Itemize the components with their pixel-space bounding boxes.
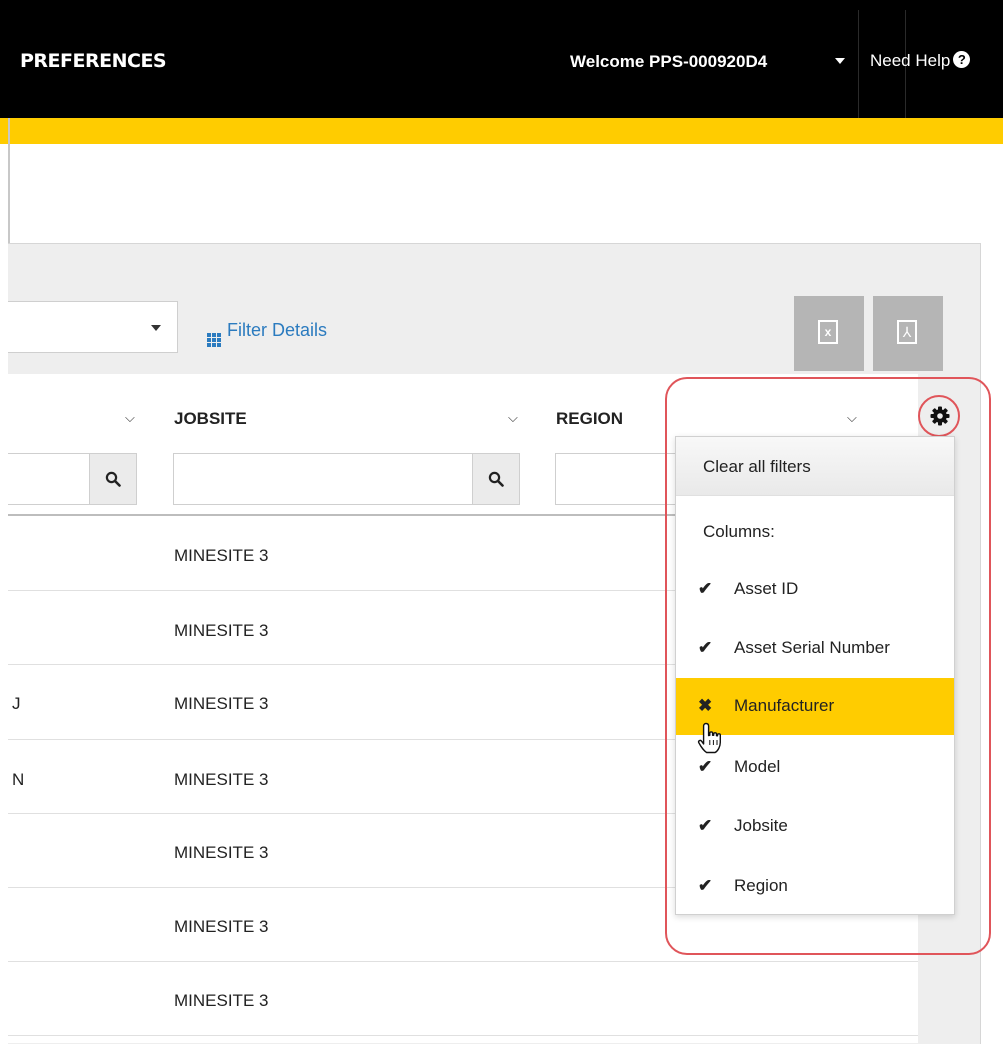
annotation-circle	[665, 377, 991, 955]
column-header-region[interactable]: REGION	[556, 409, 623, 429]
column-header-jobsite[interactable]: JOBSITE	[174, 409, 247, 429]
chevron-down-icon[interactable]: ⌵	[125, 410, 135, 426]
hand-pointer-icon	[697, 722, 721, 754]
welcome-user-menu[interactable]: Welcome PPS-000920D4	[570, 52, 767, 72]
column-search-button[interactable]	[89, 453, 137, 505]
cell-jobsite: MINESITE 3	[174, 770, 269, 789]
search-icon	[488, 471, 504, 487]
export-pdf-button[interactable]: ⅄	[873, 296, 943, 371]
filter-details-link[interactable]: Filter Details	[207, 320, 327, 347]
cell-jobsite: MINESITE 3	[174, 843, 269, 862]
export-excel-button[interactable]: x	[794, 296, 864, 371]
chevron-down-icon[interactable]: ⌵	[508, 410, 518, 426]
cell-jobsite: MINESITE 3	[174, 991, 269, 1010]
chevron-down-icon[interactable]	[835, 58, 845, 64]
excel-file-icon: x	[818, 320, 838, 344]
jobsite-filter-input[interactable]	[173, 453, 473, 505]
chevron-down-icon[interactable]	[151, 325, 161, 331]
need-help-label: Need Help	[870, 51, 951, 70]
cell-left-fragment: N	[12, 770, 25, 789]
region-filter-input[interactable]	[555, 453, 675, 505]
jobsite-search-button[interactable]	[472, 453, 520, 505]
row-divider	[8, 961, 918, 962]
pdf-file-icon: ⅄	[897, 320, 917, 344]
cell-jobsite: MINESITE 3	[174, 621, 269, 640]
cell-jobsite: MINESITE 3	[174, 917, 269, 936]
column-filter-input[interactable]	[8, 453, 90, 505]
nav-preferences[interactable]: PREFERENCES	[20, 50, 167, 72]
cell-jobsite: MINESITE 3	[174, 546, 269, 565]
search-icon	[105, 471, 121, 487]
need-help-link[interactable]: Need Help?	[870, 51, 971, 71]
brand-strip	[0, 118, 1003, 144]
filter-details-label: Filter Details	[227, 320, 328, 340]
grid-icon	[207, 333, 221, 347]
cell-left-fragment: J	[12, 694, 21, 713]
nav-separator	[858, 10, 859, 118]
row-divider	[8, 1035, 918, 1036]
question-circle-icon: ?	[953, 51, 971, 68]
cell-jobsite: MINESITE 3	[174, 694, 269, 713]
